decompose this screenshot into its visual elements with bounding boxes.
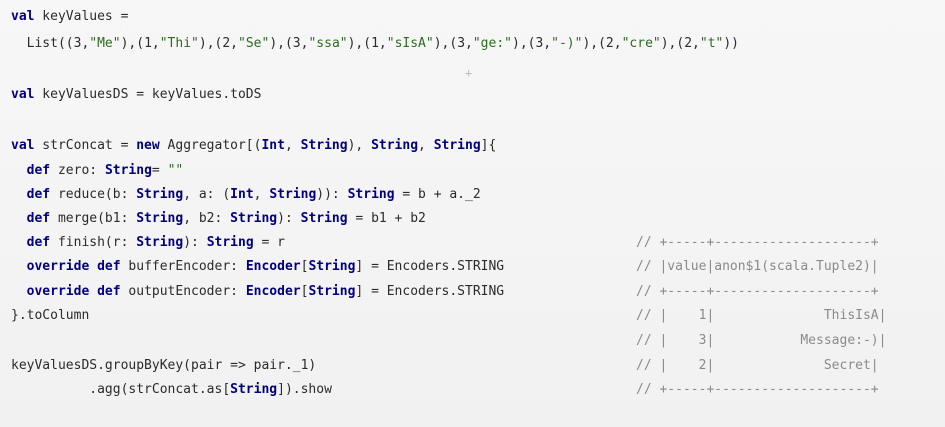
code-line-5: def zero: String= ""	[26, 163, 184, 178]
output-comment-3: // +-----+--------------------+	[636, 284, 879, 299]
code-line-4: val strConcat = new Aggregator[(Int, Str…	[11, 138, 497, 153]
code-line-1: val keyValues =	[11, 9, 129, 24]
code-line-3: val keyValuesDS = keyValues.toDS	[11, 87, 262, 102]
output-comment-4: // | 1| ThisIsA|	[636, 308, 887, 323]
output-comment-1: // +-----+--------------------+	[636, 235, 879, 250]
code-line-13: .agg(strConcat.as[String]).show	[11, 382, 332, 397]
code-line-11: }.toColumn	[11, 308, 90, 323]
code-line-8: def finish(r: String): String = r	[26, 235, 285, 250]
output-comment-5: // | 3| Message:-)|	[636, 333, 887, 348]
code-line-9: override def bufferEncoder: Encoder[Stri…	[26, 259, 505, 274]
code-line-12: keyValuesDS.groupByKey(pair => pair._1)	[11, 358, 317, 373]
code-line-7: def merge(b1: String, b2: String): Strin…	[26, 211, 426, 226]
cursor-crosshair: +	[465, 66, 473, 80]
output-comment-6: // | 2| Secret|	[636, 358, 879, 373]
output-comment-2: // |value|anon$1(scala.Tuple2)|	[636, 259, 879, 274]
code-editor[interactable]: val keyValues = List((3,"Me"),(1,"Thi"),…	[0, 0, 945, 427]
output-comment-7: // +-----+--------------------+	[636, 382, 879, 397]
code-line-2: List((3,"Me"),(1,"Thi"),(2,"Se"),(3,"ssa…	[11, 36, 740, 51]
code-line-10: override def outputEncoder: Encoder[Stri…	[26, 284, 505, 299]
code-line-6: def reduce(b: String, a: (Int, String)):…	[26, 187, 481, 202]
